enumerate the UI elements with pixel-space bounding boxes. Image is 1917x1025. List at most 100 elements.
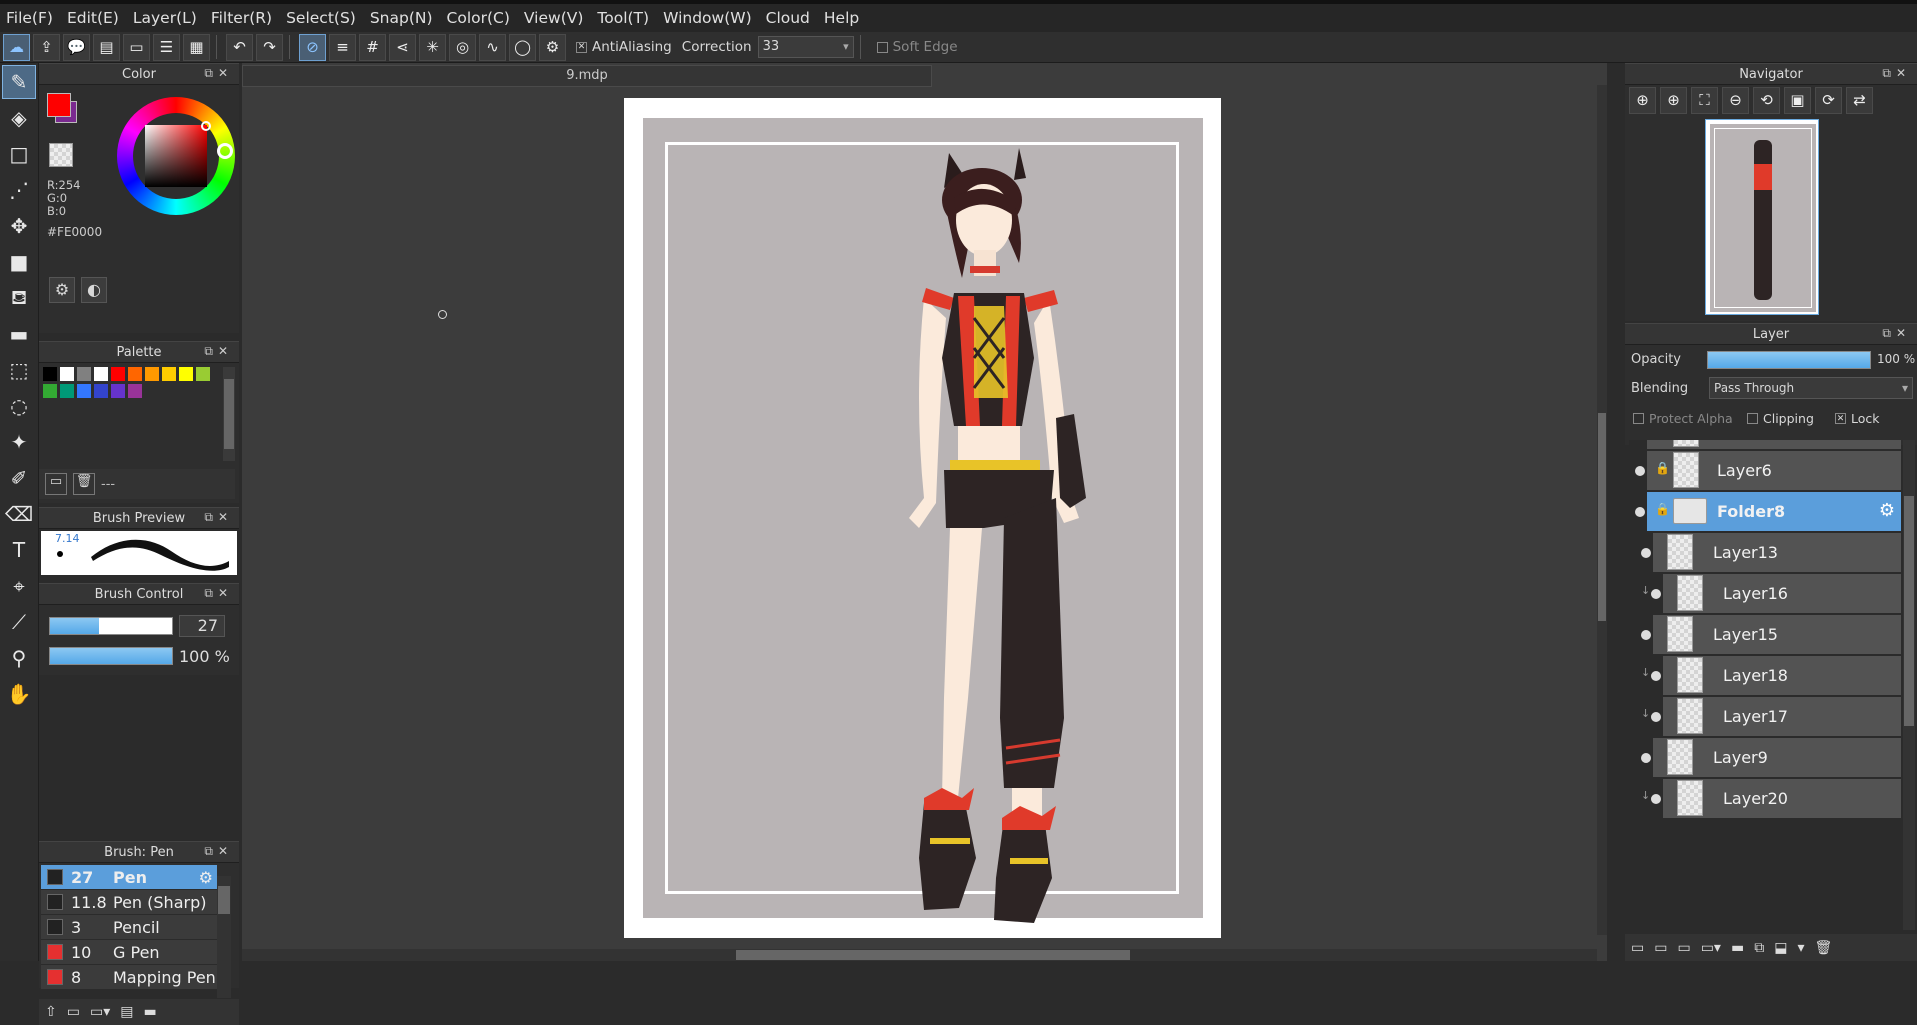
menu-edit[interactable]: Edit(E) — [67, 9, 119, 27]
panel-controls-icon[interactable]: ⧉✕ — [204, 66, 233, 81]
new-layer-icon[interactable]: ▭ — [1631, 940, 1644, 956]
cloud-icon[interactable]: ☁ — [3, 33, 30, 61]
snap-off-icon[interactable]: ⊘ — [299, 33, 326, 61]
fill-rect-tool-icon[interactable]: ■ — [2, 245, 36, 279]
duplicate-layer-icon[interactable]: ⧉ — [1754, 940, 1764, 956]
canvas-area[interactable]: 9.mdp — [242, 63, 1607, 961]
visibility-eye-icon[interactable] — [1651, 794, 1661, 804]
document-icon[interactable]: ▭ — [123, 33, 150, 61]
menu-tool[interactable]: Tool(T) — [597, 9, 649, 27]
palette-swatch[interactable] — [77, 384, 91, 398]
brush-list-item[interactable]: 11.8 Pen (Sharp) — [41, 890, 217, 915]
document-tab[interactable]: 9.mdp — [242, 65, 932, 87]
horizontal-scrollbar[interactable] — [242, 949, 1597, 961]
palette-swatch[interactable] — [196, 367, 210, 381]
layer-row[interactable]: Layer9 — [1641, 738, 1901, 778]
visibility-eye-icon[interactable] — [1651, 671, 1661, 681]
brush-size-slider[interactable] — [49, 617, 173, 635]
zoom-out-icon[interactable]: ⊖ — [1722, 86, 1749, 114]
visibility-eye-icon[interactable] — [1641, 753, 1651, 763]
rectangle-tool-icon[interactable]: □ — [2, 137, 36, 171]
brush-opacity-slider[interactable] — [49, 647, 173, 665]
navigator-preview[interactable] — [1625, 115, 1917, 321]
hue-ring-handle[interactable] — [217, 143, 233, 159]
palette-swatch[interactable] — [162, 367, 176, 381]
menu-select[interactable]: Select(S) — [286, 9, 356, 27]
list-icon[interactable]: ☰ — [153, 33, 180, 61]
layer-name[interactable]: Layer15 — [1713, 625, 1778, 644]
magic-wand-tool-icon[interactable]: ✦ — [2, 425, 36, 459]
clipping-checkbox[interactable]: Clipping — [1747, 411, 1814, 426]
hand-tool-icon[interactable]: ✋ — [2, 677, 36, 711]
concentric-snap-icon[interactable]: ◎ — [449, 33, 476, 61]
operation-tool-icon[interactable]: ⌖ — [2, 569, 36, 603]
brush-list-item[interactable]: 3 Pencil — [41, 915, 217, 940]
palette-scrollbar[interactable] — [223, 367, 235, 461]
panel-controls-icon[interactable]: ⧉✕ — [204, 586, 233, 601]
brush-settings-icon[interactable]: ▤ — [120, 1004, 133, 1020]
rotate-left-icon[interactable]: ⟲ — [1753, 86, 1780, 114]
parallel-snap-icon[interactable]: ≡ — [329, 33, 356, 61]
text-tool-icon[interactable]: T — [2, 533, 36, 567]
menu-color[interactable]: Color(C) — [447, 9, 510, 27]
saturation-value-square[interactable] — [145, 125, 207, 187]
divide-tool-icon[interactable]: ⟋ — [2, 605, 36, 639]
visibility-eye-icon[interactable] — [1635, 466, 1645, 476]
brush-list-item[interactable]: 27 Pen ⚙ — [41, 865, 217, 890]
palette-swatch[interactable] — [77, 367, 91, 381]
select-pen-tool-icon[interactable]: ✐ — [2, 461, 36, 495]
layer-name[interactable]: Layer17 — [1723, 707, 1788, 726]
palette-swatch[interactable] — [111, 384, 125, 398]
palette-swatch[interactable] — [60, 384, 74, 398]
fit-window-icon[interactable]: ⛶ — [1691, 86, 1718, 114]
folder-settings-gear-icon[interactable]: ⚙ — [1879, 500, 1895, 521]
layer-row[interactable]: Layer13 — [1641, 533, 1901, 573]
layer-name[interactable]: Layer18 — [1723, 666, 1788, 685]
foreground-color-swatch[interactable] — [47, 93, 71, 117]
layer-menu-icon[interactable]: ▾ — [1797, 940, 1804, 956]
zoom-in-icon[interactable]: ⊕ — [1660, 86, 1687, 114]
menu-filter[interactable]: Filter(R) — [211, 9, 272, 27]
chat-icon[interactable]: ▤ — [93, 33, 120, 61]
lock-icon[interactable]: 🔒 — [1655, 461, 1670, 475]
move-tool-icon[interactable]: ✥ — [2, 209, 36, 243]
new-palette-icon[interactable]: ▭ — [45, 473, 67, 495]
zoom-fit-icon[interactable]: ⊕ — [1629, 86, 1656, 114]
transparent-color-swatch[interactable] — [49, 143, 73, 167]
layer-name[interactable]: Layer13 — [1713, 543, 1778, 562]
curve-snap-icon[interactable]: ∿ — [479, 33, 506, 61]
merge-layer-icon[interactable]: ⬓ — [1774, 940, 1787, 956]
menu-help[interactable]: Help — [824, 9, 859, 27]
layer-row[interactable]: ↓ Layer18 — [1641, 656, 1901, 696]
cloud-brush-icon[interactable]: ⇧ — [45, 1004, 57, 1020]
lock-icon[interactable]: 🔒 — [1655, 502, 1670, 516]
canvas-page[interactable] — [624, 98, 1221, 938]
palette-swatch[interactable] — [60, 367, 74, 381]
eraser-tool-icon[interactable]: ◈ — [2, 101, 36, 135]
panel-controls-icon[interactable]: ⧉✕ — [1882, 326, 1911, 341]
lasso-tool-icon[interactable]: ◌ — [2, 389, 36, 423]
panel-controls-icon[interactable]: ⧉✕ — [204, 344, 233, 359]
eyedropper-tool-icon[interactable]: ⚲ — [2, 641, 36, 675]
delete-layer-icon[interactable]: 🗑 — [1814, 940, 1832, 956]
layer-name[interactable]: Layer9 — [1713, 748, 1768, 767]
brush-list-item[interactable]: 8 Mapping Pen — [41, 965, 217, 990]
bucket-tool-icon[interactable]: ⛾ — [2, 281, 36, 315]
brush-list-scrollbar[interactable] — [217, 876, 231, 998]
palette-swatch[interactable] — [94, 384, 108, 398]
menu-snap[interactable]: Snap(N) — [370, 9, 433, 27]
layer-row[interactable]: 🔒Layer24 — [1647, 440, 1901, 450]
palette-swatch[interactable] — [179, 367, 193, 381]
sv-handle[interactable] — [201, 121, 211, 131]
add-brush-icon[interactable]: ▭▾ — [90, 1004, 110, 1020]
blending-dropdown[interactable]: Pass Through ▾ — [1709, 377, 1913, 399]
layer-list-scrollbar[interactable] — [1903, 440, 1915, 930]
layer-opacity-slider[interactable] — [1707, 351, 1871, 369]
layer-name[interactable]: Layer16 — [1723, 584, 1788, 603]
brush-size-value[interactable]: 27 — [179, 615, 225, 637]
layer-row[interactable]: ↓ Layer20 — [1641, 779, 1901, 819]
lock-checkbox[interactable]: ✕ Lock — [1835, 411, 1880, 426]
radial-snap-icon[interactable]: ✳ — [419, 33, 446, 61]
snap-settings-icon[interactable]: ⚙ — [539, 33, 566, 61]
menu-cloud[interactable]: Cloud — [766, 9, 810, 27]
